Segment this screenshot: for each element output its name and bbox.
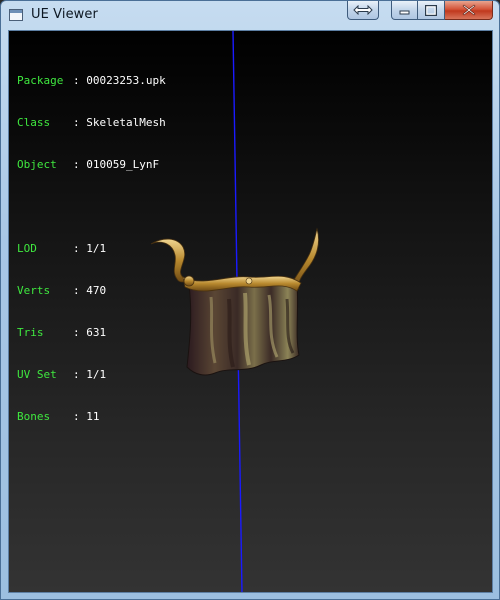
- info-key: Bones: [17, 410, 51, 423]
- info-separator: :: [73, 158, 80, 171]
- info-separator: :: [73, 116, 80, 129]
- info-value: 010059_LynF: [86, 158, 160, 171]
- close-icon: [462, 4, 475, 16]
- info-key: Package: [17, 74, 64, 87]
- info-row-tris: Tris: 631: [17, 326, 166, 340]
- info-value: 1/1: [86, 368, 107, 381]
- info-row-object: Object: 010059_LynF: [17, 158, 166, 172]
- swap-button[interactable]: [347, 1, 379, 20]
- info-value: 11: [86, 410, 100, 423]
- info-key: Tris: [17, 326, 44, 339]
- info-separator: :: [73, 284, 80, 297]
- info-row-uv-set: UV Set: 1/1: [17, 368, 166, 382]
- info-spacer: [17, 200, 166, 214]
- info-value: 470: [86, 284, 107, 297]
- maximize-icon: [425, 4, 437, 16]
- maximize-button[interactable]: [418, 1, 445, 20]
- info-key: UV Set: [17, 368, 57, 381]
- info-row-verts: Verts: 470: [17, 284, 166, 298]
- mesh-info-overlay: Package: 00023253.upk Class: SkeletalMes…: [17, 46, 166, 452]
- title-bar[interactable]: UE Viewer: [1, 1, 499, 29]
- info-value: SkeletalMesh: [86, 116, 166, 129]
- info-key: Verts: [17, 284, 51, 297]
- 3d-viewport[interactable]: Package: 00023253.upk Class: SkeletalMes…: [8, 30, 493, 593]
- info-key: Class: [17, 116, 51, 129]
- info-separator: :: [73, 326, 80, 339]
- info-separator: :: [73, 368, 80, 381]
- info-value: 00023253.upk: [86, 74, 166, 87]
- skeletal-mesh-model[interactable]: [149, 227, 324, 387]
- info-row-bones: Bones: 11: [17, 410, 166, 424]
- info-separator: :: [73, 410, 80, 423]
- app-window: UE Viewer Package: 00023253.upk Class: …: [0, 0, 500, 600]
- minimize-button[interactable]: [391, 1, 418, 20]
- swap-arrows-icon: [353, 5, 373, 15]
- info-row-lod: LOD: 1/1: [17, 242, 166, 256]
- info-value: 631: [86, 326, 107, 339]
- minimize-icon: [399, 10, 409, 15]
- info-row-class: Class: SkeletalMesh: [17, 116, 166, 130]
- info-separator: :: [73, 242, 80, 255]
- info-key: LOD: [17, 242, 37, 255]
- close-button[interactable]: [445, 1, 493, 20]
- info-value: 1/1: [86, 242, 107, 255]
- info-row-package: Package: 00023253.upk: [17, 74, 166, 88]
- app-window-icon[interactable]: [9, 9, 23, 21]
- info-key: Object: [17, 158, 57, 171]
- window-title: UE Viewer: [31, 7, 98, 22]
- info-separator: :: [73, 74, 80, 87]
